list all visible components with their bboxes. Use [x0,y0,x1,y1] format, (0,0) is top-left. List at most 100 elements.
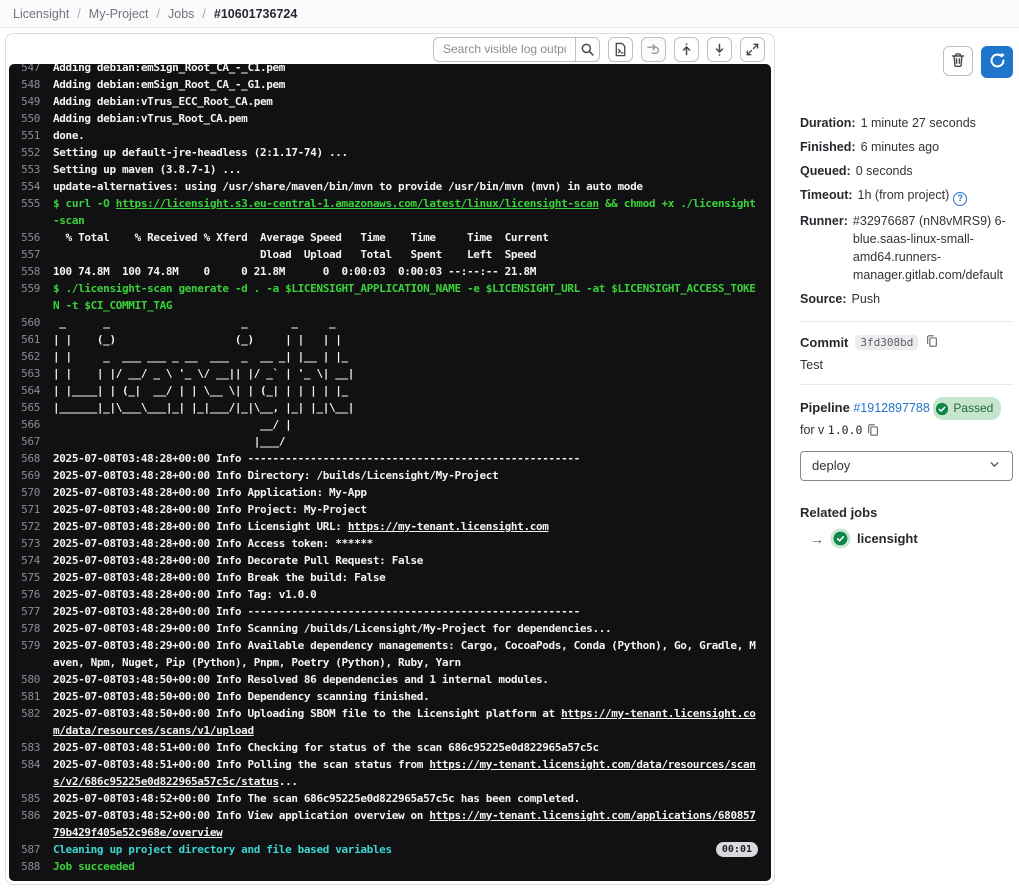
log-line-content: Dload Upload Total Spent Left Speed [53,248,536,261]
log-line-number[interactable]: 550 [9,110,53,127]
log-line-number[interactable]: 552 [9,144,53,161]
log-line-number[interactable]: 571 [9,501,53,518]
scroll-to-bottom-button[interactable] [707,36,732,62]
log-line-content: 2025-07-08T03:48:28+00:00 Info Project: … [53,503,367,516]
erase-log-button[interactable] [943,46,973,76]
log-line-content: update-alternatives: using /usr/share/ma… [53,180,643,193]
log-line-content: % Total % Received % Xferd Average Speed… [53,231,549,244]
log-line-number[interactable]: 563 [9,365,53,382]
log-line-number[interactable]: 577 [9,603,53,620]
help-icon[interactable]: ? [953,191,968,206]
log-line-number[interactable]: 548 [9,76,53,93]
breadcrumb-item[interactable]: My-Project [89,7,149,21]
log-line-number[interactable]: 561 [9,331,53,348]
breadcrumb-item[interactable]: #10601736724 [214,7,297,21]
log-line-number[interactable]: 586 [9,807,53,841]
log-line-content: 2025-07-08T03:48:28+00:00 Info ---------… [53,452,580,465]
log-link[interactable]: https://my-tenant.licensight.com/data/re… [53,758,756,788]
log-line-content: |______|_|\___\___|_| |_|___/|_|\__, |_|… [53,401,355,414]
log-line-number[interactable]: 584 [9,756,53,790]
fullscreen-button[interactable] [740,36,765,62]
log-line-number[interactable]: 575 [9,569,53,586]
log-line: 558 100 74.8M 100 74.8M 0 0 21.8M 0 0:00:… [9,263,771,280]
log-line-number[interactable]: 582 [9,705,53,739]
commit-sha-link[interactable]: 3fd308bd [855,334,919,350]
log-line-number[interactable]: 554 [9,178,53,195]
log-line-number[interactable]: 555 [9,195,53,229]
log-line-number[interactable]: 562 [9,348,53,365]
log-line-number[interactable]: 583 [9,739,53,756]
log-line-number[interactable]: 551 [9,127,53,144]
related-job-item[interactable]: → licensight [800,531,1013,547]
log-line-number[interactable]: 580 [9,671,53,688]
commit-label: Commit [800,334,849,350]
raw-log-button[interactable] [608,36,633,62]
log-line-content: $ ./licensight-scan generate -d . -a $LI… [53,282,756,312]
copy-icon [925,334,939,351]
job-detail-row: Duration: 1 minute 27 seconds [800,114,1013,132]
log-line-number[interactable]: 569 [9,467,53,484]
copy-ref-button[interactable] [866,423,880,440]
log-line-number[interactable]: 573 [9,535,53,552]
log-line-number[interactable]: 588 [9,858,53,875]
log-line-number[interactable]: 574 [9,552,53,569]
retry-icon [989,52,1006,72]
pipeline-id-link[interactable]: #1912897788 [853,401,929,415]
job-status-passed-icon [833,531,848,546]
jump-to-failure-button[interactable] [641,36,666,62]
log-line-number[interactable]: 572 [9,518,53,535]
log-line-number[interactable]: 547 [9,64,53,76]
detail-value: 6 minutes ago [860,140,940,155]
breadcrumb: Licensight / My-Project / Jobs / #10601736724 [0,0,1019,28]
log-link[interactable]: https://my-tenant.licensight.com [348,520,549,533]
log-line-number[interactable]: 553 [9,161,53,178]
scroll-to-top-button[interactable] [674,36,699,62]
log-line-number[interactable]: 560 [9,314,53,331]
related-job-name[interactable]: licensight [857,531,918,546]
log-line-number[interactable]: 567 [9,433,53,450]
log-line-number[interactable]: 568 [9,450,53,467]
log-line-number[interactable]: 564 [9,382,53,399]
log-line-number[interactable]: 585 [9,790,53,807]
log-line: 579 2025-07-08T03:48:29+00:00 Info Availa… [9,637,771,671]
log-line: 574 2025-07-08T03:48:28+00:00 Info Decora… [9,552,771,569]
log-line-number[interactable]: 570 [9,484,53,501]
breadcrumb-item[interactable]: Jobs [168,7,194,21]
log-line-number[interactable]: 579 [9,637,53,671]
detail-value: Push [851,292,881,307]
job-log-card: 547Adding debian:emSign_Root_CA_-_C1.pem… [5,33,775,885]
log-line-content: Job succeeded [53,860,135,873]
retry-job-button[interactable] [981,46,1013,78]
log-line: 578 2025-07-08T03:48:29+00:00 Info Scanni… [9,620,771,637]
log-line: 566 __/ | [9,416,771,433]
pipeline-status-badge[interactable]: Passed [933,397,1002,420]
copy-commit-sha-button[interactable] [925,334,939,351]
log-line-content: 2025-07-08T03:48:50+00:00 Info Resolved … [53,673,549,686]
log-link[interactable]: https://licensight.s3.eu-central-1.amazo… [116,197,599,210]
search-input[interactable] [433,36,575,62]
log-link[interactable]: https://my-tenant.licensight.com/data/re… [53,707,756,737]
log-line: 583 2025-07-08T03:48:51+00:00 Info Checki… [9,739,771,756]
log-line-number[interactable]: 558 [9,263,53,280]
search-button[interactable] [575,36,600,62]
log-line-number[interactable]: 578 [9,620,53,637]
log-line-content: | | (_) (_) | | | | [53,333,342,346]
log-line-number[interactable]: 587 [9,841,53,858]
log-link[interactable]: https://my-tenant.licensight.com/applica… [53,809,756,839]
log-line-number[interactable]: 581 [9,688,53,705]
log-line-number[interactable]: 576 [9,586,53,603]
log-line-number[interactable]: 556 [9,229,53,246]
job-log-output[interactable]: 547 Adding debian:emSign_Root_CA_-_C1.pem… [9,64,771,881]
log-line-number[interactable]: 565 [9,399,53,416]
log-line-content: 2025-07-08T03:48:51+00:00 Info Polling t… [53,758,756,788]
breadcrumb-item[interactable]: Licensight [13,7,69,21]
pipeline-ref[interactable]: 1.0.0 [828,423,863,437]
log-line: 585 2025-07-08T03:48:52+00:00 Info The sc… [9,790,771,807]
log-line-number[interactable]: 559 [9,280,53,314]
copy-icon [866,423,880,440]
divider [800,320,1013,322]
log-line-number[interactable]: 566 [9,416,53,433]
stage-select[interactable]: deploy [800,450,1013,481]
log-line-number[interactable]: 549 [9,93,53,110]
log-line-number[interactable]: 557 [9,246,53,263]
